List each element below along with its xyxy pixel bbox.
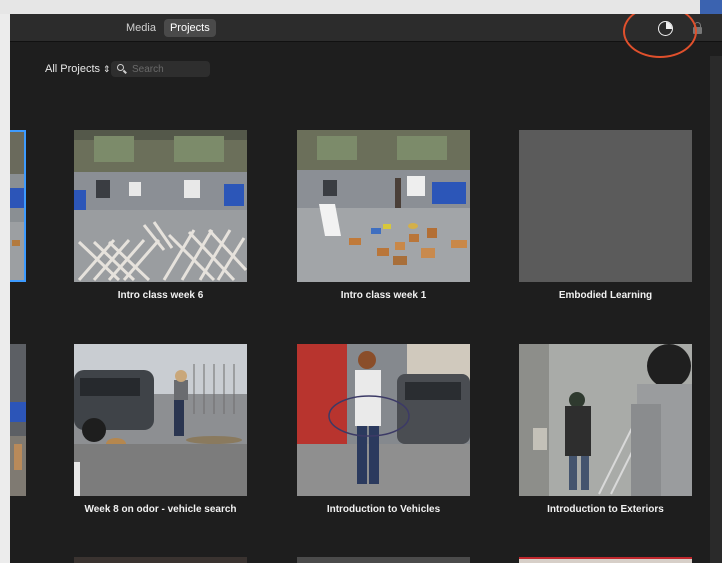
project-title: Week 8 on odor - vehicle search [84,504,237,515]
background-window-edge [710,56,722,563]
project-card-partial[interactable] [74,557,247,563]
project-thumbnail [297,344,470,496]
project-thumbnail [74,557,247,563]
project-card[interactable]: Week 8 on odor - vehicle search [74,344,247,515]
partial-thumbnail-image [10,344,26,496]
project-title: Intro class week 6 [117,290,204,301]
project-title: Embodied Learning [558,290,653,301]
parking-lot-thumbnail-image [74,344,247,496]
project-thumbnail [519,344,692,496]
project-card[interactable]: Intro class week 1 [297,130,470,301]
project-card-partial[interactable] [297,557,470,563]
project-thumbnail-empty [519,130,692,282]
project-title: Introduction to Vehicles [326,504,441,515]
project-thumbnail [297,130,470,282]
partial-project-thumbnail[interactable] [10,557,26,563]
partial-project-thumbnail-selected[interactable] [10,130,26,282]
project-grid: Intro class week 6 Intro class week 1 Em… [10,14,722,563]
project-card[interactable]: Intro class week 6 [74,130,247,301]
project-thumbnail [74,344,247,496]
gym-thumbnail-image [297,130,470,282]
project-thumbnail [74,130,247,282]
project-card[interactable]: Introduction to Vehicles [297,344,470,515]
project-title: Introduction to Exteriors [547,504,664,515]
imovie-window: Media Projects All Projects ⇕ Search Int… [10,14,722,563]
partial-thumbnail-image [10,132,24,280]
partial-project-thumbnail[interactable] [10,344,26,496]
project-card-partial[interactable] [519,557,692,563]
desktop-edge [700,0,722,14]
exterior-thumbnail-image [519,344,692,496]
woman-leash-thumbnail-image [297,344,470,496]
gym-thumbnail-image [74,130,247,282]
screen-top-bar [0,0,722,14]
project-card[interactable]: Introduction to Exteriors [519,344,692,515]
project-card[interactable]: Embodied Learning [519,130,692,301]
project-thumbnail [297,557,470,563]
project-thumbnail [519,557,692,563]
project-title: Intro class week 1 [340,290,427,301]
